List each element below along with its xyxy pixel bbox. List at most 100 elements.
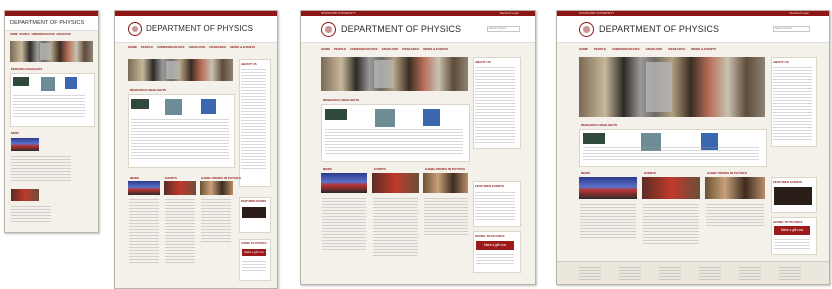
about-title: ABOUT US (241, 62, 257, 66)
hero-image (321, 57, 468, 91)
gabel-text (424, 198, 468, 236)
main-nav: HOME PEOPLE UNDERGRADUATE GRADUATE RESEA… (128, 45, 255, 49)
site-title[interactable]: DEPARTMENT OF PHYSICS (10, 20, 84, 26)
nav-item-news-events[interactable]: NEWS & EVENTS (691, 47, 716, 51)
about-text (475, 67, 515, 143)
nav-item-graduate[interactable]: GRADUATE (382, 47, 399, 51)
events-image[interactable] (164, 181, 196, 195)
news-image[interactable] (128, 181, 160, 195)
news-text (580, 204, 636, 238)
gabel-text (706, 204, 764, 226)
research-thumb-1[interactable] (13, 77, 29, 86)
give-button[interactable]: Make a gift now (476, 241, 514, 250)
footer-links-4 (699, 267, 721, 281)
giving-title: GIVING TO PHYSICS (773, 220, 803, 224)
news-image[interactable] (11, 138, 39, 151)
research-thumb-3[interactable] (423, 109, 440, 126)
research-text (131, 119, 229, 159)
site-footer (557, 261, 829, 284)
nav-item-undergraduate[interactable]: UNDERGRADUATE (157, 45, 184, 49)
footer-links-5 (739, 267, 761, 281)
research-text (583, 147, 759, 161)
mockup-wide: STANFORD UNIVERSITY Stanford Login DEPAR… (556, 10, 830, 285)
research-highlights-title: RESEARCH HIGHLIGHTS (130, 88, 167, 92)
research-thumb-2[interactable] (165, 99, 182, 115)
nav-item-undergraduate[interactable]: UNDERGRADUATE (350, 47, 377, 51)
nav-item-news-events[interactable]: NEWS & EVENTS (423, 47, 448, 51)
research-thumb-2[interactable] (375, 109, 395, 127)
about-title: ABOUT US (773, 60, 789, 64)
nav-item-home[interactable]: HOME (10, 33, 18, 36)
nav-item-people[interactable]: PEOPLE (20, 33, 30, 36)
news-image[interactable] (321, 173, 367, 193)
site-title[interactable]: DEPARTMENT OF PHYSICS (599, 24, 719, 34)
search-input[interactable]: Search Physics (487, 26, 520, 32)
news-image[interactable] (579, 177, 637, 199)
about-text (773, 67, 812, 141)
nav-item-home[interactable]: HOME (579, 47, 588, 51)
nav-item-undergraduate[interactable]: UNDERGRADUATE (32, 33, 55, 36)
featured-image[interactable] (774, 187, 812, 205)
about-title: ABOUT US (475, 60, 491, 64)
nav-item-research[interactable]: RESEARCH (402, 47, 419, 51)
footer-links-1 (579, 267, 601, 281)
news-title: NEWS (581, 171, 590, 175)
nav-item-news-events[interactable]: NEWS & EVENTS (230, 45, 255, 49)
giving-text (774, 239, 810, 249)
search-input[interactable]: Search Physics (773, 26, 810, 32)
about-text (241, 69, 266, 169)
news-title: NEWS (130, 176, 139, 180)
nav-item-graduate[interactable]: GRADUATE (189, 45, 206, 49)
nav-item-people[interactable]: PEOPLE (594, 47, 606, 51)
research-thumb-3[interactable] (201, 99, 216, 114)
news-title: NEWS (11, 132, 19, 135)
featured-title: FEATURED EVENTS (241, 200, 267, 203)
site-title[interactable]: DEPARTMENT OF PHYSICS (341, 24, 461, 34)
events-image[interactable] (642, 177, 700, 199)
site-title[interactable]: DEPARTMENT OF PHYSICS (146, 24, 253, 33)
nav-item-home[interactable]: HOME (321, 47, 330, 51)
research-thumb-1[interactable] (325, 109, 347, 120)
give-button[interactable]: Make a gift now (774, 226, 810, 235)
university-seal-icon[interactable] (579, 22, 594, 37)
nav-item-research[interactable]: RESEARCH (209, 45, 226, 49)
research-thumb-1[interactable] (131, 99, 149, 109)
nav-item-people[interactable]: PEOPLE (334, 47, 346, 51)
hero-image (128, 59, 233, 81)
research-thumb-1[interactable] (583, 133, 605, 144)
events-image[interactable] (372, 173, 419, 193)
nav-item-people[interactable]: PEOPLE (141, 45, 153, 49)
nav-item-home[interactable]: HOME (128, 45, 137, 49)
footer-links-6 (779, 267, 801, 281)
mockup-large: STANFORD UNIVERSITY Stanford Login DEPAR… (300, 10, 536, 285)
nav-item-undergraduate[interactable]: UNDERGRADUATE (612, 47, 639, 51)
featured-text (475, 192, 515, 220)
nav-item-graduate[interactable]: GRADUATE (57, 33, 71, 36)
giving-title: GIVING TO PHYSICS (241, 242, 267, 245)
site-header: DEPARTMENT OF PHYSICS Search Physics (557, 16, 829, 43)
featured-title: FEATURED EVENTS (773, 180, 802, 184)
research-highlights-title: RESEARCH HIGHLIGHTS (581, 123, 618, 127)
research-thumb-3[interactable] (65, 77, 77, 89)
news-title: NEWS (323, 167, 332, 171)
giving-text (242, 261, 266, 273)
events-image[interactable] (11, 189, 39, 201)
giving-title: GIVING TO PHYSICS (475, 234, 505, 238)
university-seal-icon[interactable] (128, 22, 142, 36)
give-button[interactable]: Make a gift now (242, 249, 266, 256)
university-seal-icon[interactable] (321, 22, 336, 37)
nav-item-research[interactable]: RESEARCH (668, 47, 685, 51)
gabel-image[interactable] (423, 173, 468, 193)
research-text (325, 129, 463, 155)
gabel-image[interactable] (705, 177, 765, 199)
nav-item-graduate[interactable]: GRADUATE (646, 47, 663, 51)
news-text (11, 156, 71, 182)
news-text (129, 199, 159, 263)
site-header: DEPARTMENT OF PHYSICS Search Physics (301, 16, 535, 43)
events-text (165, 199, 195, 263)
site-header: DEPARTMENT OF PHYSICS (5, 16, 98, 31)
gabel-image[interactable] (200, 181, 233, 195)
research-thumb-2[interactable] (41, 77, 55, 91)
featured-image[interactable] (242, 207, 266, 218)
hero-image (579, 57, 765, 117)
